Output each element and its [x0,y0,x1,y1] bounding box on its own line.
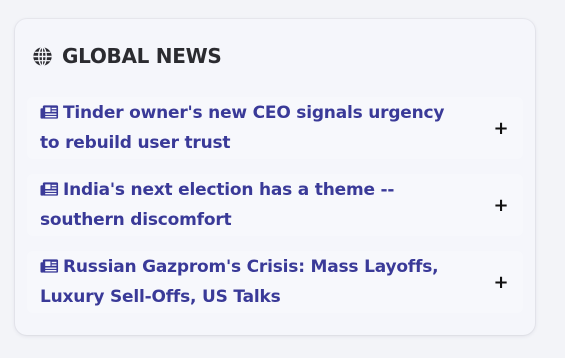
widget-title: GLOBAL NEWS [62,44,222,68]
news-list: Tinder owner's new CEO signals urgency t… [27,97,523,328]
expand-button[interactable]: + [492,272,510,293]
news-item[interactable]: Russian Gazprom's Crisis: Mass Layoffs, … [27,251,523,313]
widget-header: GLOBAL NEWS [32,43,222,69]
globe-icon [32,46,53,67]
news-item[interactable]: Tinder owner's new CEO signals urgency t… [27,97,523,159]
newspaper-icon [40,254,59,273]
newspaper-icon [40,177,59,196]
news-item[interactable]: India's next election has a theme -- sou… [27,174,523,236]
news-headline-text: India's next election has a theme -- sou… [40,180,395,230]
global-news-widget: GLOBAL NEWS Tinder owner's new CEO signa… [15,19,535,335]
news-headline-text: Russian Gazprom's Crisis: Mass Layoffs, … [40,257,439,307]
news-headline-link[interactable]: Russian Gazprom's Crisis: Mass Layoffs, … [27,252,460,312]
news-headline-link[interactable]: Tinder owner's new CEO signals urgency t… [27,98,460,158]
expand-button[interactable]: + [492,195,510,216]
news-headline-text: Tinder owner's new CEO signals urgency t… [40,103,445,153]
page-background: GLOBAL NEWS Tinder owner's new CEO signa… [0,0,565,358]
expand-button[interactable]: + [492,118,510,139]
newspaper-icon [40,100,59,119]
news-headline-link[interactable]: India's next election has a theme -- sou… [27,175,460,235]
